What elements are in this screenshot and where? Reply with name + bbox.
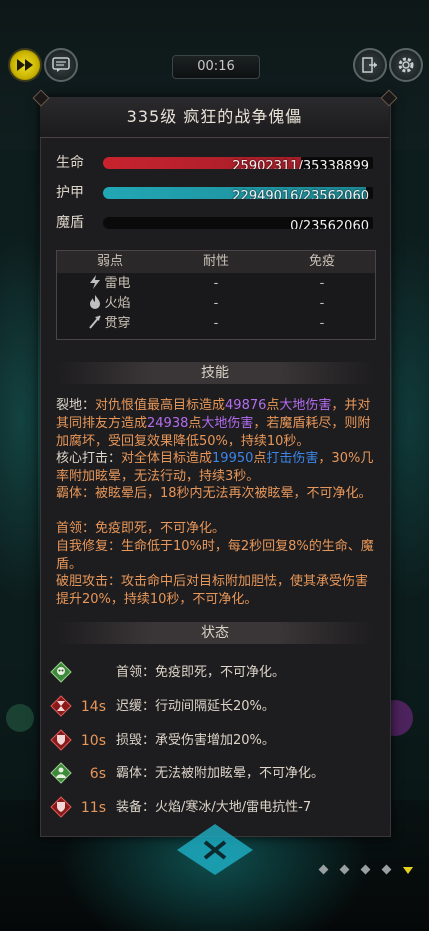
status-row[interactable]: 14s 迟缓：行动间隔延长20%。	[48, 694, 378, 720]
skill-core-strike: 核心打击：对全体目标造成19950点打击伤害，30%几率附加眩晕，无法行动，持续…	[56, 450, 374, 486]
skill-damage-number: 19950	[212, 451, 254, 466]
hp-value: 25902311/35338899	[232, 159, 369, 169]
skill-intimidate: 破胆攻击：攻击命中后对目标附加胆怯，使其承受伤害提升20%，持续10秒，不可净化…	[56, 574, 369, 607]
boss-title: 335级 疯狂的战争傀儡	[40, 97, 389, 138]
weakness-pierce: 贯穿	[57, 314, 163, 334]
weakness-pierce-label: 贯穿	[104, 316, 131, 331]
battle-timer: 00:16	[172, 55, 260, 79]
magic-shield-bar: 0/23562060	[103, 217, 373, 229]
skill-super-armor: 霸体：被眩晕后，18秒内无法再次被眩晕，不可净化。	[56, 486, 372, 501]
status-text: 损毁：承受伤害增加20%。	[116, 733, 275, 748]
resist-header: 耐性	[202, 254, 229, 269]
status-row[interactable]: 11s 装备：火焰/寒冰/大地/雷电抗性-7	[48, 795, 378, 821]
gear-icon	[398, 57, 414, 73]
weakness-fire: 火焰	[57, 294, 163, 314]
equip-shield-icon	[50, 796, 72, 818]
damage-type-earth: 大地伤害	[279, 398, 332, 413]
magic-shield-label: 魔盾	[56, 215, 84, 231]
status-duration: 14s	[80, 699, 106, 715]
chat-button[interactable]	[44, 48, 78, 82]
status-duration: 10s	[80, 733, 106, 749]
resistance-header: 弱点 耐性 免疫	[57, 251, 375, 273]
status-text: 霸体：无法被附加眩晕，不可净化。	[116, 766, 325, 781]
damage-type-blunt: 打击伤害	[266, 451, 319, 466]
hp-label: 生命	[56, 155, 84, 171]
status-text: 装备：火焰/寒冰/大地/雷电抗性-7	[116, 800, 312, 815]
fire-icon	[90, 295, 101, 309]
resist-fire: -	[213, 296, 219, 311]
speed-toggle-button[interactable]	[8, 48, 42, 82]
immune-pierce: -	[319, 316, 325, 331]
warrior-icon	[50, 762, 72, 784]
settings-button[interactable]	[389, 48, 423, 82]
damage-type-earth: 大地伤害	[201, 416, 254, 431]
weakness-fire-label: 火焰	[104, 296, 131, 311]
armor-bar: 22949016/23562060	[103, 187, 373, 199]
weakness-lightning-label: 雷电	[104, 276, 131, 291]
resist-pierce: -	[213, 316, 219, 331]
skill-name: 裂地：	[56, 398, 96, 413]
skill-boss: 首领：免疫即死，不可净化。	[56, 521, 226, 536]
status-section-title: 状态	[56, 622, 374, 644]
skull-icon	[50, 661, 72, 683]
status-row[interactable]: 6s 霸体：无法被附加眩晕，不可净化。	[48, 761, 378, 787]
skill-name: 核心打击：	[56, 451, 122, 466]
hourglass-icon	[50, 695, 72, 717]
skill-text: 对全体目标造成	[121, 451, 213, 466]
armor-value: 22949016/23562060	[232, 189, 369, 199]
skills-section-title: 技能	[56, 362, 374, 384]
armor-row: 护甲 22949016/23562060	[56, 183, 376, 203]
skill-text: 点	[188, 416, 202, 431]
skill-damage-number: 24938	[147, 416, 189, 431]
skill-damage-number: 49876	[225, 398, 267, 413]
magic-shield-row: 魔盾 0/23562060	[56, 213, 376, 233]
fast-forward-icon	[17, 59, 33, 71]
resist-lightning: -	[213, 276, 219, 291]
skill-ground-split: 裂地：对仇恨值最高目标造成49876点大地伤害，并对其同排友方造成24938点大…	[56, 397, 374, 451]
hp-row: 生命 25902311/35338899	[56, 153, 376, 173]
exit-icon	[362, 57, 377, 73]
pierce-icon	[89, 315, 102, 329]
immune-fire: -	[319, 296, 325, 311]
skill-self-repair: 自我修复：生命低于10%时，每2秒回复8%的生命、魔盾。	[56, 539, 374, 572]
status-row[interactable]: 10s 损毁：承受伤害增加20%。	[48, 728, 378, 754]
status-duration: 6s	[89, 766, 106, 782]
weakness-lightning: 雷电	[57, 274, 163, 294]
skill-text: 点	[266, 398, 280, 413]
exit-button[interactable]	[353, 48, 387, 82]
status-text: 迟缓：行动间隔延长20%。	[116, 699, 275, 714]
floor-glyph-icon	[177, 824, 253, 875]
broken-shield-icon	[50, 729, 72, 751]
resistance-table: 弱点 耐性 免疫 雷电 - - 火焰 - - 贯穿 - -	[56, 250, 376, 340]
immune-lightning: -	[319, 276, 325, 291]
chat-icon	[52, 57, 70, 72]
hp-bar: 25902311/35338899	[103, 157, 373, 169]
weakness-header: 弱点	[96, 254, 123, 269]
armor-label: 护甲	[56, 185, 84, 201]
skill-text: 对仇恨值最高目标造成	[95, 398, 226, 413]
status-text: 首领：免疫即死，不可净化。	[116, 665, 286, 680]
status-duration: 11s	[80, 800, 106, 816]
magic-shield-value: 0/23562060	[290, 219, 369, 229]
expand-arrow-icon[interactable]	[402, 866, 414, 876]
status-row[interactable]: 首领：免疫即死，不可净化。	[48, 660, 378, 686]
immune-header: 免疫	[308, 254, 335, 269]
lightning-icon	[90, 275, 101, 289]
skill-text: 点	[253, 451, 267, 466]
